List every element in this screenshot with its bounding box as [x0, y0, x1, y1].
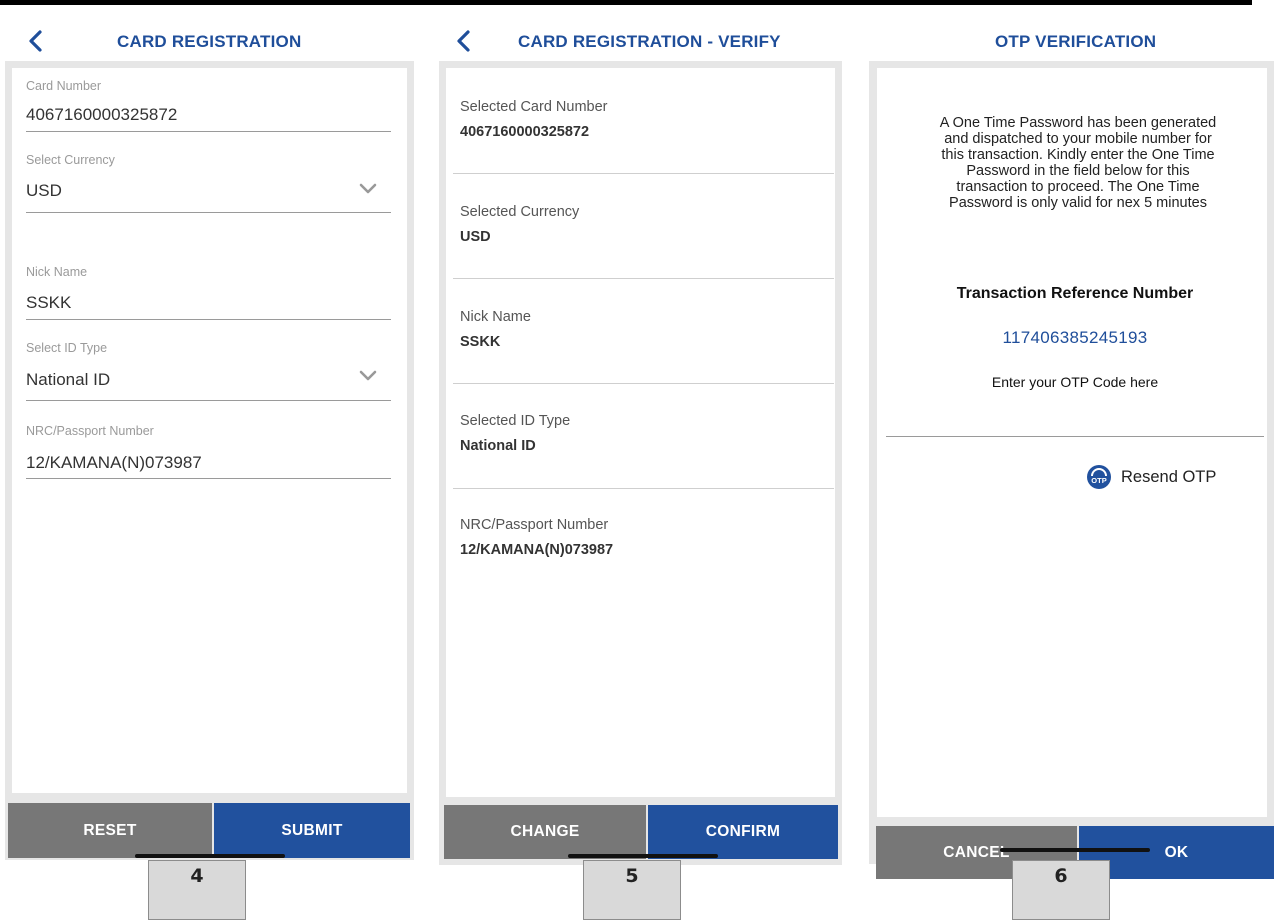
page-title: CARD REGISTRATION — [117, 32, 302, 51]
row-divider — [453, 488, 834, 489]
nick-name-value[interactable]: SSKK — [26, 293, 71, 313]
page-title: CARD REGISTRATION - VERIFY — [518, 32, 781, 51]
row-label: Selected ID Type — [460, 413, 571, 429]
back-arrow-icon[interactable] — [452, 26, 476, 56]
reset-button[interactable]: RESET — [8, 803, 212, 858]
row-value: USD — [460, 229, 491, 245]
row-divider — [453, 278, 834, 279]
id-type-select[interactable]: Select ID Type National ID — [26, 341, 391, 403]
nrc-passport-value[interactable]: 12/KAMANA(N)073987 — [26, 453, 202, 473]
card-number-value[interactable]: 4067160000325872 — [26, 105, 177, 125]
top-border — [0, 0, 1252, 5]
otp-message: A One Time Password has been generated a… — [900, 115, 1256, 211]
verify-row-currency: Selected Currency USD — [460, 204, 579, 245]
resend-otp-button[interactable]: OTP Resend OTP — [1086, 464, 1216, 490]
field-label: NRC/Passport Number — [26, 424, 154, 438]
field-underline — [26, 400, 391, 401]
field-label: Select Currency — [26, 153, 115, 167]
otp-message-line: and dispatched to your mobile number for — [944, 131, 1212, 147]
submit-button[interactable]: SUBMIT — [214, 803, 410, 858]
verify-row-nick-name: Nick Name SSKK — [460, 309, 531, 350]
row-value: 4067160000325872 — [460, 124, 590, 140]
field-label: Select ID Type — [26, 341, 108, 355]
currency-value[interactable]: USD — [26, 181, 62, 201]
verify-row-nrc-passport: NRC/Passport Number 12/KAMANA(N)073987 — [460, 517, 613, 558]
otp-message-line: this transaction. Kindly enter the One T… — [941, 147, 1215, 163]
field-underline — [26, 478, 391, 479]
home-indicator — [1000, 848, 1150, 852]
home-indicator — [135, 854, 285, 858]
verify-row-id-type: Selected ID Type National ID — [460, 413, 570, 454]
confirm-button[interactable]: CONFIRM — [648, 805, 838, 859]
row-label: Selected Currency — [460, 204, 580, 220]
row-label: Selected Card Number — [460, 99, 608, 115]
id-type-value[interactable]: National ID — [26, 370, 110, 390]
otp-input[interactable] — [886, 395, 1264, 437]
transaction-reference-number: 117406385245193 — [1002, 328, 1148, 347]
row-value: 12/KAMANA(N)073987 — [460, 542, 614, 558]
nrc-passport-field[interactable]: NRC/Passport Number 12/KAMANA(N)073987 — [26, 424, 391, 481]
currency-select[interactable]: Select Currency USD — [26, 153, 391, 215]
transaction-reference-label: Transaction Reference Number — [956, 285, 1194, 302]
step-number: 5 — [625, 865, 639, 887]
otp-message-line: Password in the field below for this — [966, 163, 1190, 179]
row-label: Nick Name — [460, 309, 531, 325]
row-divider — [453, 383, 834, 384]
change-button[interactable]: CHANGE — [444, 805, 646, 859]
row-label: NRC/Passport Number — [460, 517, 609, 533]
header: CARD REGISTRATION — [20, 26, 410, 58]
field-underline — [26, 319, 391, 320]
chevron-down-icon[interactable] — [359, 370, 377, 382]
otp-message-line: transaction to proceed. The One Time — [956, 179, 1200, 195]
resend-otp-label: Resend OTP — [1121, 467, 1217, 486]
otp-prompt: Enter your OTP Code here — [991, 374, 1159, 390]
header: CARD REGISTRATION - VERIFY — [452, 26, 842, 58]
otp-message-line: A One Time Password has been generated — [939, 115, 1217, 131]
step-number-box: 4 — [148, 860, 246, 920]
otp-icon-text: OTP — [1091, 476, 1106, 485]
row-divider — [453, 173, 834, 174]
card-number-field[interactable]: Card Number 4067160000325872 — [26, 79, 391, 134]
field-label: Card Number — [26, 79, 102, 93]
otp-icon: OTP — [1087, 465, 1111, 489]
header: OTP VERIFICATION — [870, 26, 1274, 58]
page-title: OTP VERIFICATION — [995, 32, 1157, 51]
field-underline — [26, 131, 391, 132]
step-number: 4 — [190, 865, 204, 887]
chevron-down-icon[interactable] — [359, 183, 377, 195]
field-label: Nick Name — [26, 265, 88, 279]
nick-name-field[interactable]: Nick Name SSKK — [26, 265, 391, 322]
otp-message-line: Password is only valid for nex 5 minutes — [949, 195, 1207, 211]
field-underline — [26, 212, 391, 213]
step-number: 6 — [1054, 865, 1068, 887]
home-indicator — [568, 854, 718, 858]
row-value: SSKK — [460, 334, 501, 350]
step-number-box: 6 — [1012, 860, 1110, 920]
row-value: National ID — [460, 438, 536, 454]
verify-row-card-number: Selected Card Number 4067160000325872 — [460, 99, 608, 140]
step-number-box: 5 — [583, 860, 681, 920]
back-arrow-icon[interactable] — [24, 26, 48, 56]
